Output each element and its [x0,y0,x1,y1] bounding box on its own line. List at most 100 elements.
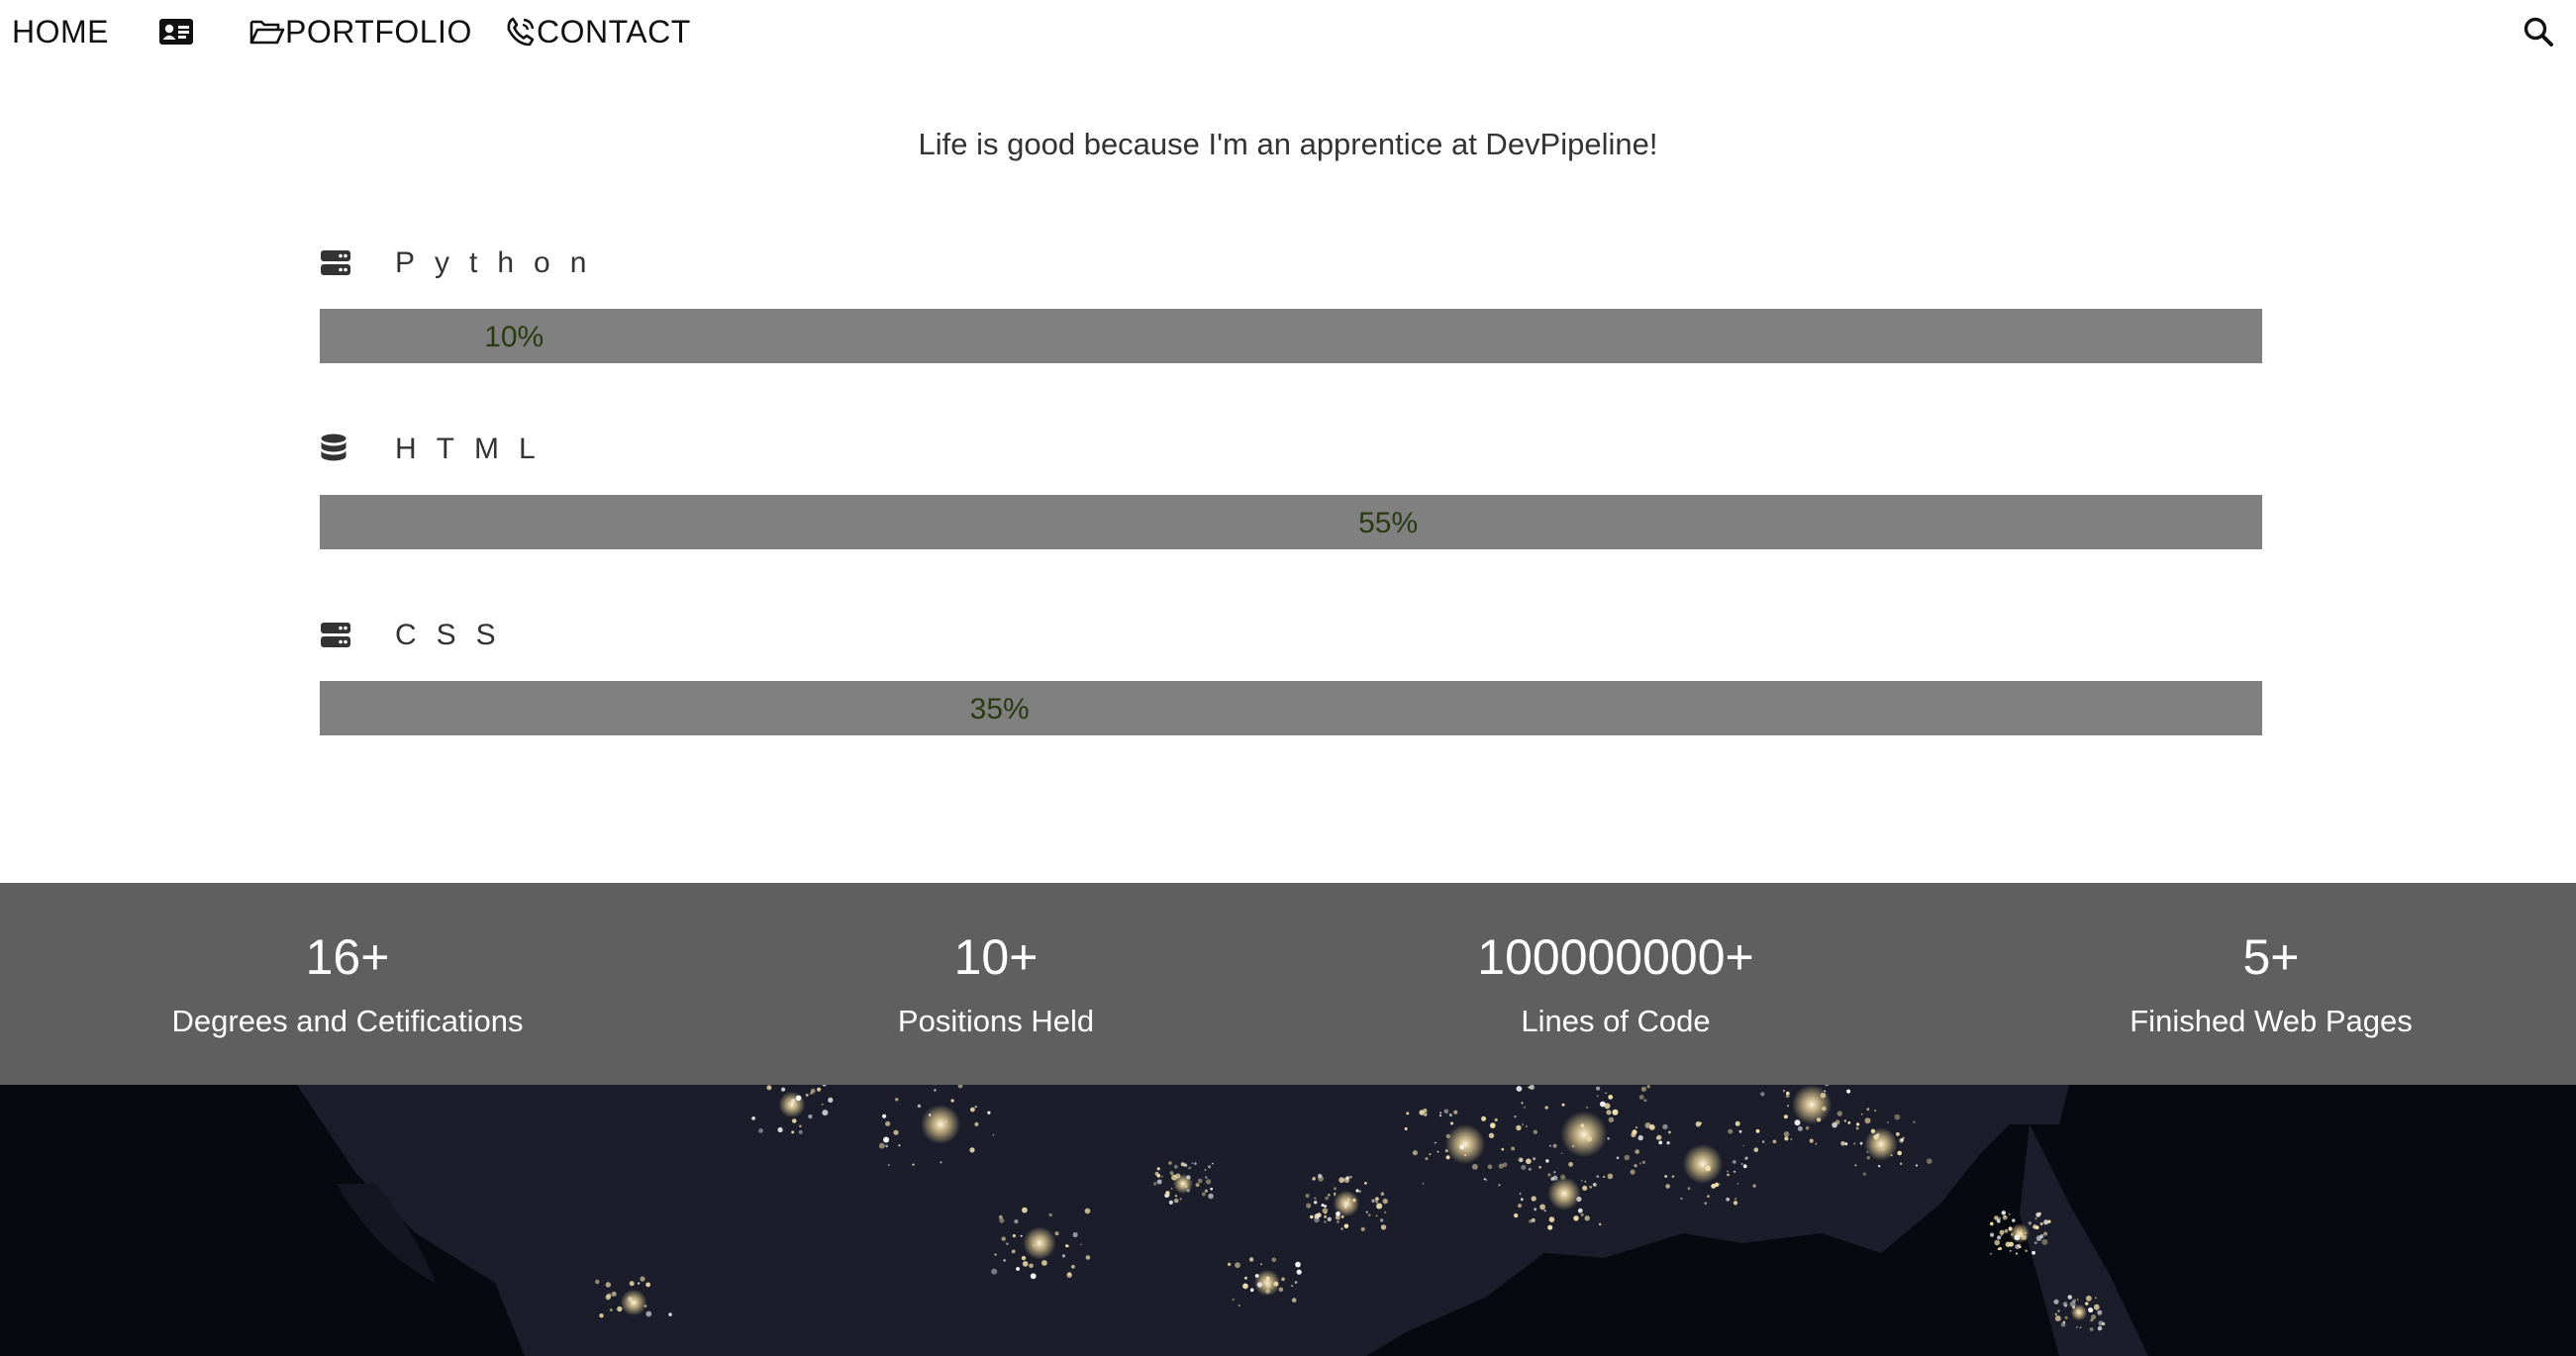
city-light [1438,1114,1442,1117]
city-light [888,1164,890,1166]
city-light [1596,1095,1599,1098]
city-light [1029,1263,1034,1269]
id-card-icon [158,18,194,46]
nav-contact-label: CONTACT [537,13,691,49]
skill-label-python: Python [320,243,606,283]
city-light [1340,1227,1343,1230]
city-light [1404,1127,1408,1130]
city-light [1516,1124,1522,1131]
city-light [1732,1160,1736,1164]
city-light [1736,1182,1739,1185]
city-light [1321,1204,1325,1208]
city-light [1994,1239,2000,1246]
skill-bar-css: 35% [320,681,2262,735]
city-light [1752,1184,1756,1188]
city-light [1662,1123,1668,1130]
city-light [1603,1176,1606,1178]
city-light [1547,1173,1551,1177]
city-light [777,1126,783,1133]
city-light [893,1129,899,1135]
city-light [751,1116,755,1120]
city-light [1787,1105,1789,1108]
city-light [1580,1123,1585,1127]
city-light [1322,1208,1329,1213]
city-light [1641,1160,1645,1164]
city-light [1501,1147,1505,1151]
nav-home-link[interactable]: HOME [12,10,109,53]
city-light [1072,1231,1078,1238]
city-light [1539,1204,1545,1211]
city-light [781,1087,786,1092]
city-light [627,1296,633,1302]
city-light [944,1120,947,1123]
city-light [1577,1208,1583,1213]
city-light [1204,1189,1208,1193]
city-light [1265,1276,1270,1281]
city-light [1380,1224,1387,1230]
city-light [1347,1198,1350,1201]
city-light [2012,1218,2016,1222]
city-light [1604,1103,1611,1110]
city-light [1753,1147,1759,1152]
city-light [1429,1153,1432,1156]
city-light [1448,1113,1452,1117]
city-light [1816,1117,1822,1122]
nav-portfolio-link[interactable]: PORTFOLIO [249,10,472,53]
city-light [917,1104,922,1109]
city-light [1643,1099,1647,1103]
city-light [2031,1250,2036,1255]
city-light [1011,1249,1016,1254]
skill-bar-fill [320,681,1000,735]
city-light [1012,1234,1016,1238]
city-light [1248,1257,1254,1262]
city-light [1450,1121,1454,1125]
city-light [1152,1182,1157,1186]
city-light [1273,1281,1279,1287]
top-nav: HOME PORTFOLIO CONTACT [0,0,2576,63]
city-light [1866,1108,1870,1112]
city-light [1680,1197,1683,1201]
city-light [2079,1326,2082,1328]
city-light [2057,1309,2060,1312]
city-light [1584,1181,1587,1183]
database-icon [320,433,353,466]
city-light [1855,1122,1860,1126]
city-light [1344,1206,1347,1209]
city-light [1173,1164,1178,1169]
city-light [1210,1187,1213,1191]
city-light [1054,1231,1059,1236]
city-light [1859,1141,1863,1145]
city-light [2053,1299,2059,1305]
city-light [883,1136,890,1143]
city-light [1157,1167,1160,1170]
city-light [1439,1112,1442,1114]
city-light [1553,1171,1556,1174]
city-light [668,1312,672,1316]
city-light [882,1114,887,1118]
city-light [1996,1218,2001,1223]
city-light [1755,1128,1760,1133]
city-light [1175,1173,1181,1179]
stat-label: Positions Held [897,1004,1095,1038]
city-light [1412,1150,1418,1156]
city-light [2047,1219,2051,1223]
city-light [1538,1165,1541,1169]
city-light [1740,1162,1743,1166]
city-light [2090,1318,2094,1322]
city-light [1204,1169,1207,1171]
city-light [1208,1165,1212,1169]
city-light [1324,1205,1328,1209]
city-light [821,1103,824,1106]
city-light [1422,1111,1428,1116]
nav-contact-link[interactable]: CONTACT [505,10,691,53]
search-button[interactable] [2523,10,2554,53]
nav-about-link[interactable] [158,10,194,53]
city-glow [1683,1144,1723,1184]
city-light [1294,1281,1298,1284]
city-light [2097,1309,2103,1315]
city-light [1084,1208,1091,1214]
city-light [1727,1173,1730,1177]
city-light [1860,1113,1863,1115]
nav-home-label: HOME [12,13,109,49]
city-light [1232,1298,1235,1302]
